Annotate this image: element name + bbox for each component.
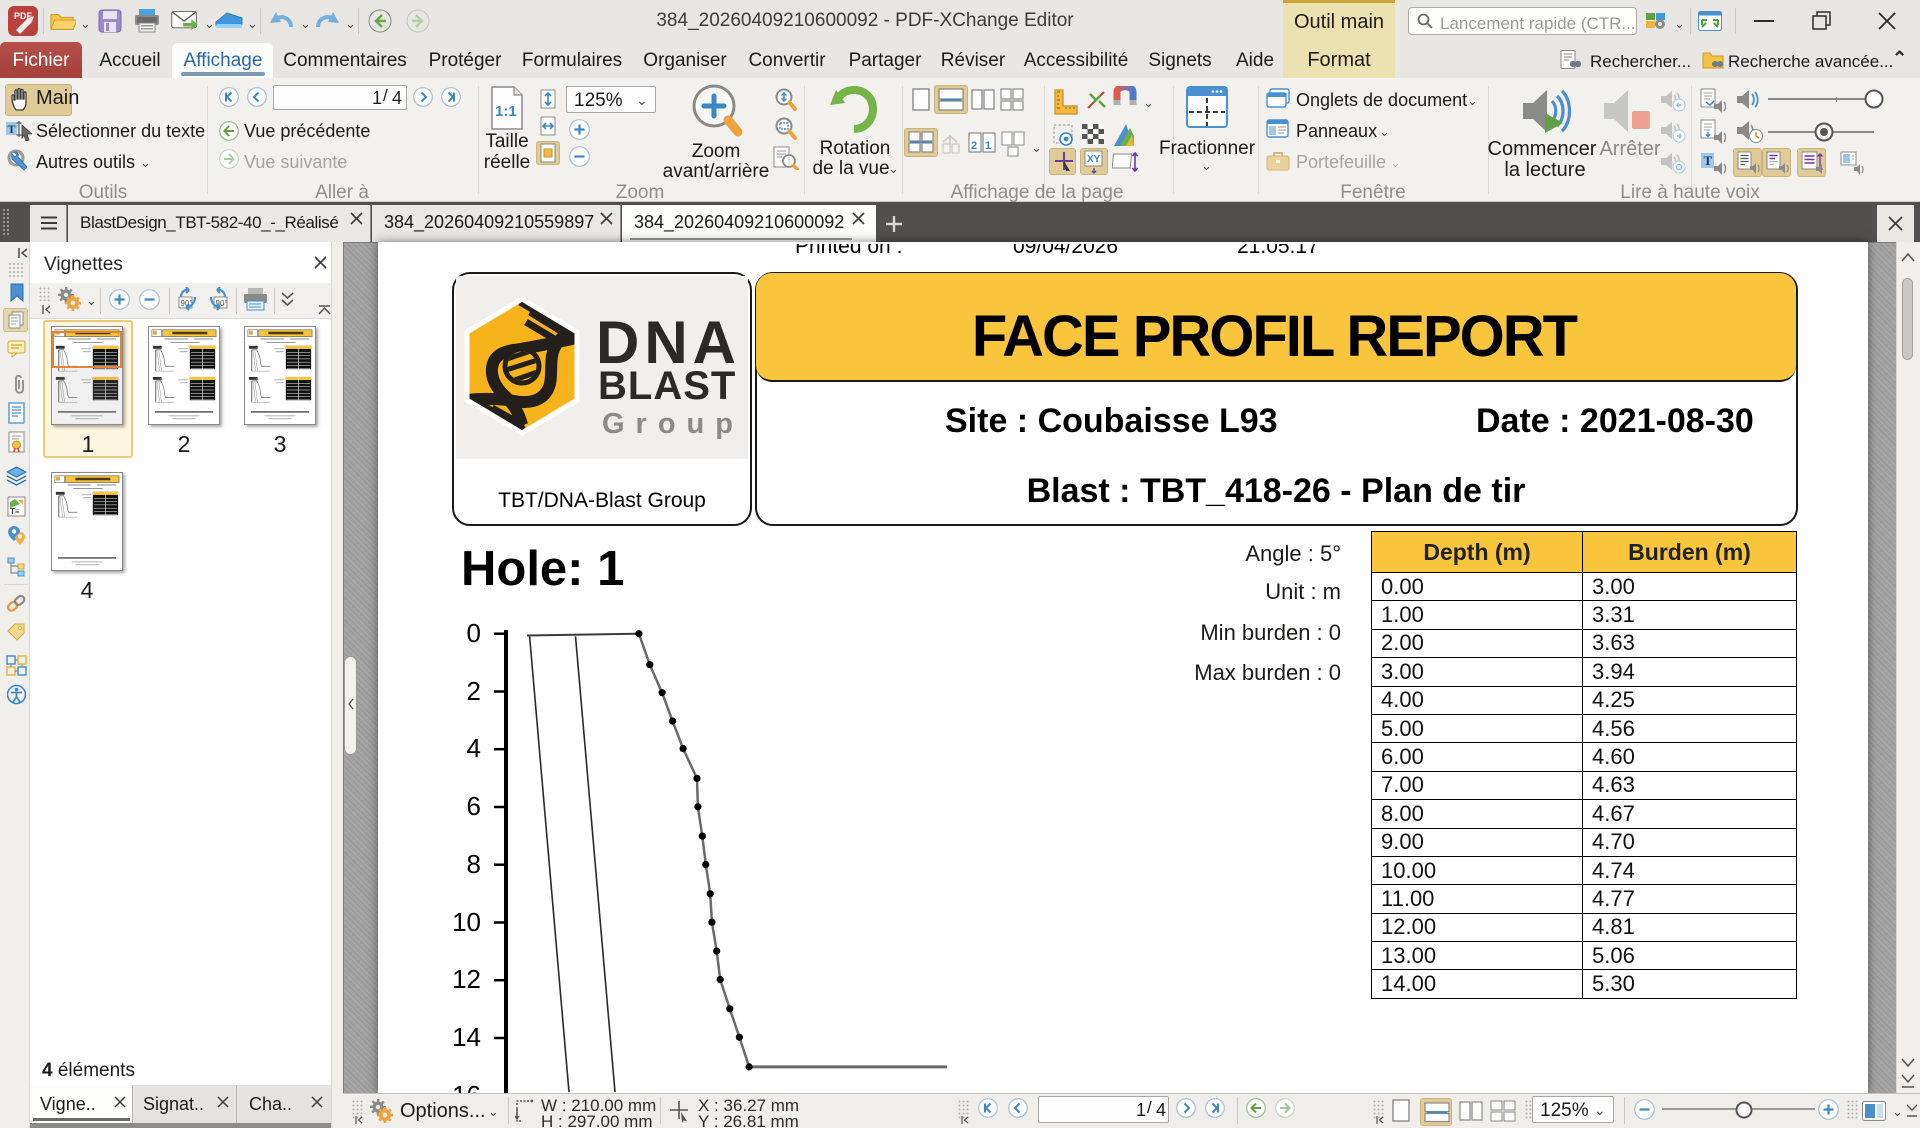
svg-text:2: 2	[971, 140, 977, 152]
svg-text:1:1: 1:1	[495, 103, 517, 120]
svg-text:1: 1	[985, 140, 991, 152]
svg-text:T: T	[8, 122, 16, 136]
svg-text:XY: XY	[1087, 154, 1101, 165]
svg-text:T: T	[1704, 153, 1713, 168]
